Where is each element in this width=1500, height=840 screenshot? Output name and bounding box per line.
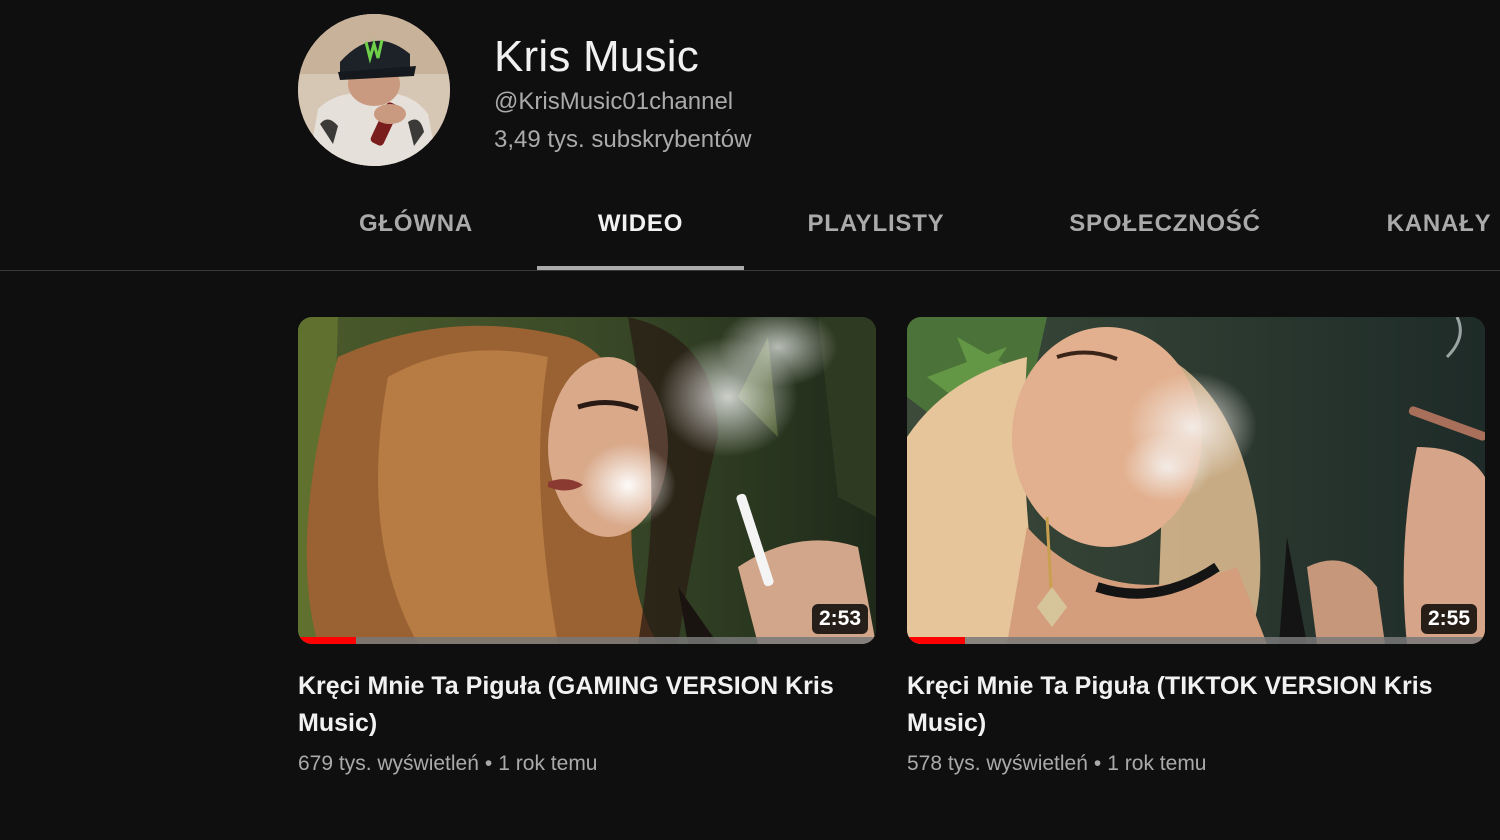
tab-home[interactable]: GŁÓWNA (330, 210, 502, 260)
watch-progress-fill (298, 637, 356, 644)
thumbnail-image (298, 317, 876, 644)
tab-videos[interactable]: WIDEO (537, 210, 744, 260)
subscriber-count: 3,49 tys. subskrybentów (494, 126, 752, 153)
channel-avatar[interactable] (298, 14, 450, 166)
channel-name: Kris Music (494, 32, 699, 81)
video-meta: 679 tys. wyświetleń • 1 rok temu (298, 752, 876, 776)
meta-separator: • (484, 752, 493, 775)
tab-channels[interactable]: KANAŁY (1372, 210, 1500, 260)
video-card[interactable]: 2:53 Kręci Mnie Ta Piguła (GAMING VERSIO… (298, 317, 876, 776)
watch-progress-fill (907, 637, 965, 644)
tab-playlists[interactable]: PLAYLISTY (786, 210, 966, 260)
view-count: 679 tys. wyświetleń (298, 752, 479, 775)
watch-progress (298, 637, 876, 644)
video-title[interactable]: Kręci Mnie Ta Piguła (TIKTOK VERSION Kri… (907, 668, 1467, 742)
watch-progress (907, 637, 1485, 644)
view-count: 578 tys. wyświetleń (907, 752, 1088, 775)
video-card[interactable]: 2:55 Kręci Mnie Ta Piguła (TIKTOK VERSIO… (907, 317, 1485, 776)
video-duration: 2:55 (1420, 604, 1477, 634)
channel-tabs: GŁÓWNA WIDEO PLAYLISTY SPOŁECZNOŚĆ KANAŁ… (0, 190, 1500, 271)
tab-community[interactable]: SPOŁECZNOŚĆ (1050, 210, 1280, 260)
tabs-divider (0, 270, 1500, 271)
avatar-image (298, 14, 450, 166)
channel-page: Kris Music @KrisMusic01channel 3,49 tys.… (0, 0, 1500, 840)
upload-age: 1 rok temu (498, 752, 598, 775)
meta-separator: • (1093, 752, 1102, 775)
video-thumbnail[interactable]: 2:55 (907, 317, 1485, 644)
video-duration: 2:53 (811, 604, 868, 634)
video-title[interactable]: Kręci Mnie Ta Piguła (GAMING VERSION Kri… (298, 668, 858, 742)
thumbnail-image (907, 317, 1485, 644)
video-thumbnail[interactable]: 2:53 (298, 317, 876, 644)
channel-handle: @KrisMusic01channel (494, 88, 734, 115)
upload-age: 1 rok temu (1107, 752, 1207, 775)
video-meta: 578 tys. wyświetleń • 1 rok temu (907, 752, 1485, 776)
